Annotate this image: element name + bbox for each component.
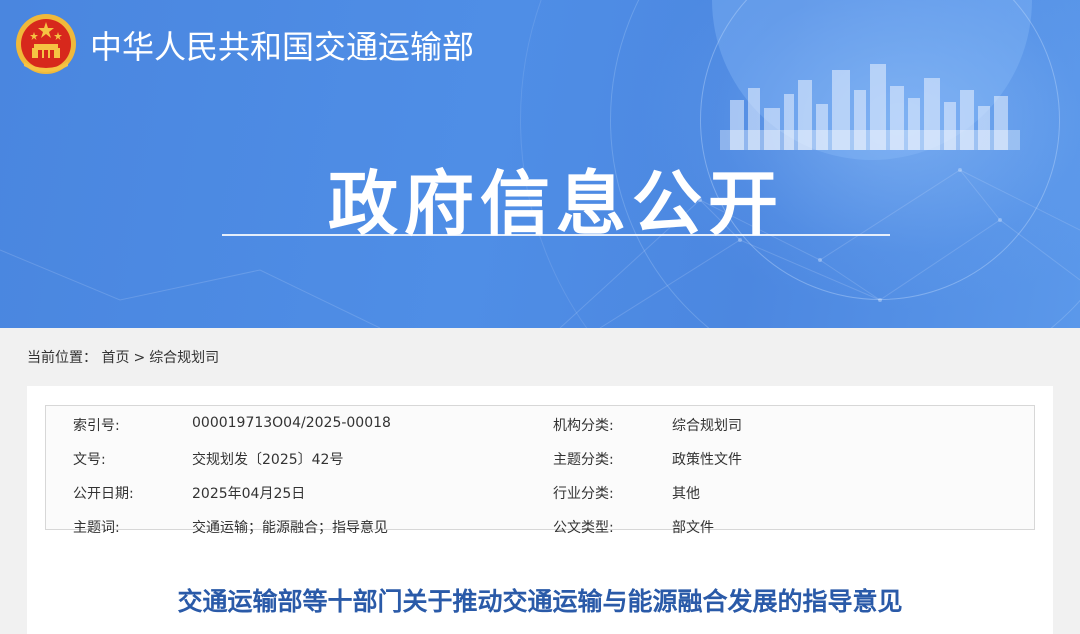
metadata-value-industry-category: 其他	[672, 486, 700, 502]
ministry-name[interactable]: 中华人民共和国交通运输部	[90, 22, 474, 68]
metadata-row: 文号: 交规划发〔2025〕42号 主题分类: 政策性文件	[46, 440, 1034, 474]
metadata-key-document-type: 公文类型:	[553, 520, 614, 536]
breadcrumb-separator: >	[133, 350, 146, 366]
national-emblem-icon	[16, 14, 76, 74]
metadata-key-publish-date: 公开日期:	[73, 486, 134, 502]
metadata-value-publish-date: 2025年04月25日	[192, 486, 306, 502]
metadata-key-document-number: 文号:	[73, 452, 106, 468]
metadata-key-subject-category: 主题分类:	[553, 452, 614, 468]
breadcrumb-department-link[interactable]: 综合规划司	[149, 350, 219, 366]
metadata-key-organization: 机构分类:	[553, 418, 614, 434]
breadcrumb: 当前位置： 首页 > 综合规划司	[27, 347, 219, 369]
metadata-key-keywords: 主题词:	[73, 520, 120, 536]
header-banner: 中华人民共和国交通运输部 政府信息公开	[0, 0, 1080, 328]
document-metadata-table: 索引号: 000019713O04/2025-00018 机构分类: 综合规划司…	[45, 405, 1035, 536]
metadata-value-organization: 综合规划司	[672, 418, 742, 434]
metadata-row: 主题词: 交通运输；能源融合；指导意见 公文类型: 部文件	[46, 508, 1034, 542]
metadata-value-subject-category: 政策性文件	[672, 452, 742, 468]
metadata-key-index-number: 索引号:	[73, 418, 120, 434]
content-card: 索引号: 000019713O04/2025-00018 机构分类: 综合规划司…	[27, 386, 1053, 634]
title-underline	[222, 234, 890, 236]
city-skyline-illustration	[720, 64, 1020, 150]
metadata-row: 索引号: 000019713O04/2025-00018 机构分类: 综合规划司	[46, 406, 1034, 440]
metadata-row: 公开日期: 2025年04月25日 行业分类: 其他	[46, 474, 1034, 508]
metadata-value-document-type: 部文件	[672, 520, 714, 536]
metadata-value-keywords: 交通运输；能源融合；指导意见	[192, 520, 388, 536]
metadata-value-document-number: 交规划发〔2025〕42号	[192, 452, 344, 468]
metadata-value-index-number: 000019713O04/2025-00018	[192, 415, 391, 431]
document-title: 交通运输部等十部门关于推动交通运输与能源融合发展的指导意见	[177, 587, 903, 616]
metadata-key-industry-category: 行业分类:	[553, 486, 614, 502]
breadcrumb-home-link[interactable]: 首页	[101, 350, 129, 366]
breadcrumb-label: 当前位置：	[27, 350, 97, 366]
